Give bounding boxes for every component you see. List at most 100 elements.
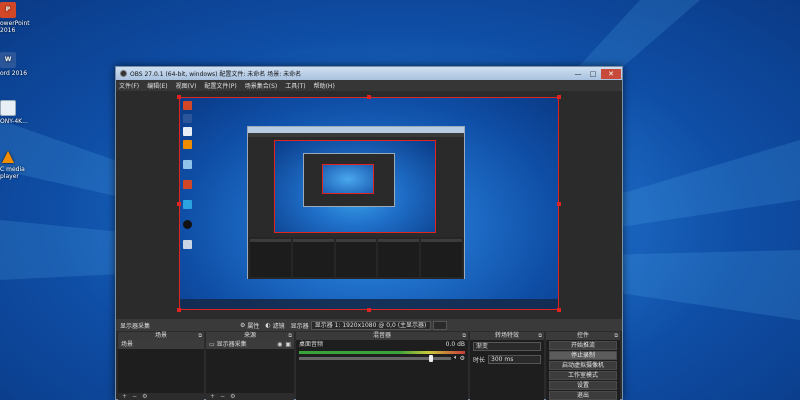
scenes-dock-header: 场景 ⧉ <box>118 332 204 340</box>
preview-desktop-icon <box>183 160 192 169</box>
duration-label: 时长 <box>473 357 486 364</box>
nested-obs-window <box>247 126 465 279</box>
mixer-db-readout: 0.0 dB <box>445 341 465 348</box>
preview-area <box>116 91 622 319</box>
obs-logo-icon <box>120 70 127 77</box>
menu-file[interactable]: 文件(F) <box>119 81 139 90</box>
studio-mode-button[interactable]: 工作室模式 <box>549 371 617 380</box>
transitions-dock: 转场特效 ⧉ 渐变 时长 300 ms <box>470 332 544 400</box>
scene-item[interactable]: 场景 <box>118 340 204 349</box>
mixer-dock: 混音器 ⧉ 桌面音频 0.0 dB 🔈︎ ⚙ <box>296 332 468 400</box>
powerpoint-icon: P <box>0 2 16 18</box>
display-select[interactable]: 显示器 1: 1920x1080 @ 0,0 (主显示器) <box>310 320 431 330</box>
resize-handle[interactable] <box>177 202 181 206</box>
desktop-icon-label: owerPoint <box>0 20 30 27</box>
transition-type-select[interactable]: 渐变 <box>473 342 541 351</box>
dock-float-icon[interactable]: ⧉ <box>198 332 202 340</box>
sources-dock-title: 来源 <box>243 332 256 339</box>
resize-handle[interactable] <box>557 308 561 312</box>
volume-slider-knob[interactable] <box>429 354 433 362</box>
desktop-icon-label: ONY-4K... <box>0 118 28 125</box>
dock-float-icon[interactable]: ⧉ <box>462 332 466 340</box>
scenes-dock-footer: + − ⚙ <box>118 393 204 400</box>
preview-desktop-icon <box>183 200 192 209</box>
preview-desktop-icon <box>183 101 192 110</box>
remove-icon[interactable]: − <box>220 393 225 400</box>
properties-button[interactable]: ⚙ 属性 <box>240 321 259 330</box>
gear-icon[interactable]: ⚙ <box>230 393 235 400</box>
remove-icon[interactable]: − <box>132 393 137 400</box>
properties-label: 属性 <box>247 322 260 330</box>
window-titlebar[interactable]: OBS 27.0.1 (64-bit, windows) 配置文件: 未命名 场… <box>116 67 622 80</box>
word-icon: W <box>0 52 16 68</box>
file-icon <box>0 100 16 116</box>
controls-dock: 控件 ⧉ 开始推流 停止录制 启动虚拟摄像机 工作室模式 设置 退出 <box>546 332 620 400</box>
minimize-button[interactable]: — <box>571 69 585 79</box>
filters-button[interactable]: ◐ 滤镜 <box>265 321 284 330</box>
start-streaming-button[interactable]: 开始推流 <box>549 341 617 350</box>
desktop-icon-vlc[interactable]: ▲ C media player <box>0 146 30 181</box>
resize-handle[interactable] <box>557 95 561 99</box>
resize-handle[interactable] <box>367 308 371 312</box>
preview-desktop-icon <box>183 220 192 229</box>
menu-edit[interactable]: 编辑(E) <box>147 81 167 90</box>
desktop-icon-powerpoint[interactable]: P owerPoint 2016 <box>0 2 30 34</box>
desktop-icon-label: C media <box>0 166 25 173</box>
menu-help[interactable]: 帮助(H) <box>314 81 335 90</box>
transition-duration-row: 时长 300 ms <box>470 353 544 366</box>
source-item-label: 显示器采集 <box>216 341 247 348</box>
resize-handle[interactable] <box>177 95 181 99</box>
volume-slider[interactable] <box>299 354 451 362</box>
source-item[interactable]: ▭ 显示器采集 ◉ ▣ <box>206 340 294 349</box>
gear-icon[interactable]: ⚙ <box>460 355 465 362</box>
add-icon[interactable]: + <box>210 393 215 400</box>
resize-handle[interactable] <box>177 308 181 312</box>
menu-tools[interactable]: 工具(T) <box>285 81 305 90</box>
controls-dock-title: 控件 <box>576 332 589 339</box>
display-dropdown[interactable] <box>432 320 447 330</box>
gear-icon[interactable]: ⚙ <box>142 393 147 400</box>
desktop-icon-video-file[interactable]: ONY-4K... <box>0 100 30 125</box>
maximize-button[interactable]: □ <box>586 69 600 79</box>
eye-icon[interactable]: ◉ <box>277 340 282 349</box>
dock-float-icon[interactable]: ⧉ <box>614 332 618 340</box>
preview-desktop-icon <box>183 180 192 189</box>
mixer-dock-title: 混音器 <box>372 332 391 339</box>
selected-source-label: 显示器采集 <box>120 322 151 330</box>
stop-recording-button[interactable]: 停止录制 <box>549 351 617 360</box>
desktop-icon-label: 2016 <box>0 27 16 34</box>
preview-canvas[interactable] <box>179 97 559 310</box>
mixer-track-label: 桌面音频 <box>299 341 324 348</box>
close-button[interactable]: ✕ <box>601 68 621 79</box>
menu-scene-collection[interactable]: 场景集合(S) <box>245 81 278 90</box>
settings-button[interactable]: 设置 <box>549 381 617 390</box>
start-virtual-camera-button[interactable]: 启动虚拟摄像机 <box>549 361 617 370</box>
resize-handle[interactable] <box>557 202 561 206</box>
scenes-dock: 场景 ⧉ 场景 + − ⚙ <box>118 332 204 400</box>
resize-handle[interactable] <box>367 95 371 99</box>
speaker-icon[interactable]: 🔈︎ <box>454 354 458 362</box>
dock-float-icon[interactable]: ⧉ <box>538 332 542 340</box>
lock-icon[interactable]: ▣ <box>285 340 291 349</box>
duration-input[interactable]: 300 ms <box>488 355 541 364</box>
sources-dock-header: 来源 ⧉ <box>206 332 294 340</box>
dock-float-icon[interactable]: ⧉ <box>288 332 292 340</box>
dock-area: 场景 ⧉ 场景 + − ⚙ 来源 ⧉ ▭ 显示器采集 ◉ ▣ + − ⚙ 混音器… <box>116 332 622 400</box>
display-label: 显示器 <box>290 322 309 330</box>
sources-dock-footer: + − ⚙ <box>206 393 294 400</box>
vlc-cone-icon: ▲ <box>1 146 15 165</box>
menu-view[interactable]: 视图(V) <box>176 81 197 90</box>
menu-profile[interactable]: 配置文件(P) <box>204 81 236 90</box>
mixer-dock-header: 混音器 ⧉ <box>296 332 468 340</box>
transition-type-row: 渐变 <box>470 340 544 353</box>
gear-icon: ⚙ <box>240 321 246 329</box>
exit-button[interactable]: 退出 <box>549 391 617 400</box>
filter-icon: ◐ <box>265 321 271 329</box>
filters-label: 滤镜 <box>272 322 285 330</box>
transitions-dock-title: 转场特效 <box>494 332 519 339</box>
menu-bar: 文件(F) 编辑(E) 视图(V) 配置文件(P) 场景集合(S) 工具(T) … <box>116 80 622 91</box>
desktop-icon-label: ord 2016 <box>0 70 28 77</box>
add-icon[interactable]: + <box>122 393 127 400</box>
desktop-icon-word[interactable]: W ord 2016 <box>0 52 30 77</box>
source-toolbar: 显示器采集 ⚙ 属性 ◐ 滤镜 显示器 显示器 1: 1920x1080 @ 0… <box>116 319 622 331</box>
